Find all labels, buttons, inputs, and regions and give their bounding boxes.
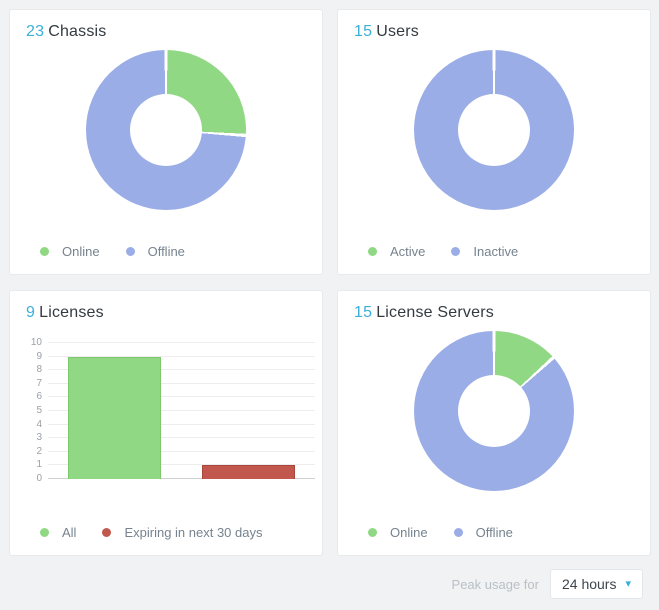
peak-usage-label: Peak usage for — [452, 577, 539, 592]
users-count: 15 — [354, 23, 372, 40]
y-axis-tick-label: 9 — [36, 352, 42, 362]
license-servers-legend: Online Offline — [368, 525, 513, 540]
legend-label: Offline — [148, 244, 185, 259]
y-axis-tick-label: 1 — [36, 460, 42, 470]
y-axis-tick-label: 0 — [36, 474, 42, 484]
y-axis-labels: 012345678910 — [20, 343, 44, 479]
chassis-legend: Online Offline — [40, 244, 185, 259]
users-title-label: Users — [376, 23, 419, 40]
licenses-legend: All Expiring in next 30 days — [40, 525, 262, 540]
bar-slot — [182, 343, 316, 479]
chassis-donut-chart — [86, 50, 246, 210]
licenses-bar-chart: 012345678910 — [20, 343, 315, 479]
users-legend: Active Inactive — [368, 244, 518, 259]
chassis-count: 23 — [26, 23, 44, 40]
offline-legend-dot-icon — [454, 528, 463, 537]
y-axis-tick-label: 8 — [36, 365, 42, 375]
peak-usage-select[interactable]: 24 hours ▾ — [550, 569, 643, 599]
license-servers-card: 15License Servers Online Offline — [337, 290, 651, 556]
licenses-count: 9 — [26, 304, 35, 321]
y-axis-tick-label: 4 — [36, 420, 42, 430]
bar-chart-plot-area — [48, 343, 315, 479]
active-legend-dot-icon — [368, 247, 377, 256]
legend-label: Inactive — [473, 244, 518, 259]
legend-item-online[interactable]: Online — [40, 244, 100, 259]
online-legend-dot-icon — [40, 247, 49, 256]
licenses-title-label: Licenses — [39, 304, 104, 321]
peak-usage-footer: Peak usage for 24 hours ▾ — [452, 569, 643, 599]
offline-legend-dot-icon — [126, 247, 135, 256]
y-axis-tick-label: 7 — [36, 379, 42, 389]
online-legend-dot-icon — [368, 528, 377, 537]
all-legend-dot-icon — [40, 528, 49, 537]
bar-expiring-in-next-30-days — [202, 465, 295, 479]
chassis-title-label: Chassis — [48, 23, 106, 40]
y-axis-tick-label: 6 — [36, 392, 42, 402]
bar-slots — [48, 343, 315, 479]
chevron-down-icon: ▾ — [625, 579, 631, 590]
license-servers-title-label: License Servers — [376, 304, 494, 321]
chassis-card-title: 23Chassis — [10, 10, 322, 41]
licenses-card-title: 9Licenses — [10, 291, 322, 322]
legend-label: Active — [390, 244, 425, 259]
y-axis-tick-label: 3 — [36, 433, 42, 443]
legend-item-inactive[interactable]: Inactive — [451, 244, 518, 259]
license-servers-donut-chart — [414, 331, 574, 491]
license-servers-count: 15 — [354, 304, 372, 321]
legend-label: Expiring in next 30 days — [124, 525, 262, 540]
users-donut-chart — [414, 50, 574, 210]
legend-item-online[interactable]: Online — [368, 525, 428, 540]
licenses-card: 9Licenses 012345678910 All Expiring in n… — [9, 290, 323, 556]
y-axis-tick-label: 10 — [31, 338, 42, 348]
legend-label: Offline — [476, 525, 513, 540]
y-axis-tick-label: 2 — [36, 447, 42, 457]
expiring-legend-dot-icon — [102, 528, 111, 537]
legend-item-all[interactable]: All — [40, 525, 76, 540]
y-axis-tick-label: 5 — [36, 406, 42, 416]
legend-item-expiring[interactable]: Expiring in next 30 days — [102, 525, 262, 540]
license-servers-card-title: 15License Servers — [338, 291, 650, 322]
legend-label: All — [62, 525, 76, 540]
bar-all — [68, 357, 161, 479]
users-card: 15Users Active Inactive — [337, 9, 651, 275]
peak-usage-selected-value: 24 hours — [562, 576, 616, 592]
legend-label: Online — [390, 525, 428, 540]
inactive-legend-dot-icon — [451, 247, 460, 256]
legend-label: Online — [62, 244, 100, 259]
users-card-title: 15Users — [338, 10, 650, 41]
legend-item-offline[interactable]: Offline — [454, 525, 513, 540]
legend-item-active[interactable]: Active — [368, 244, 425, 259]
bar-slot — [48, 343, 182, 479]
chassis-card: 23Chassis Online Offline — [9, 9, 323, 275]
legend-item-offline[interactable]: Offline — [126, 244, 185, 259]
